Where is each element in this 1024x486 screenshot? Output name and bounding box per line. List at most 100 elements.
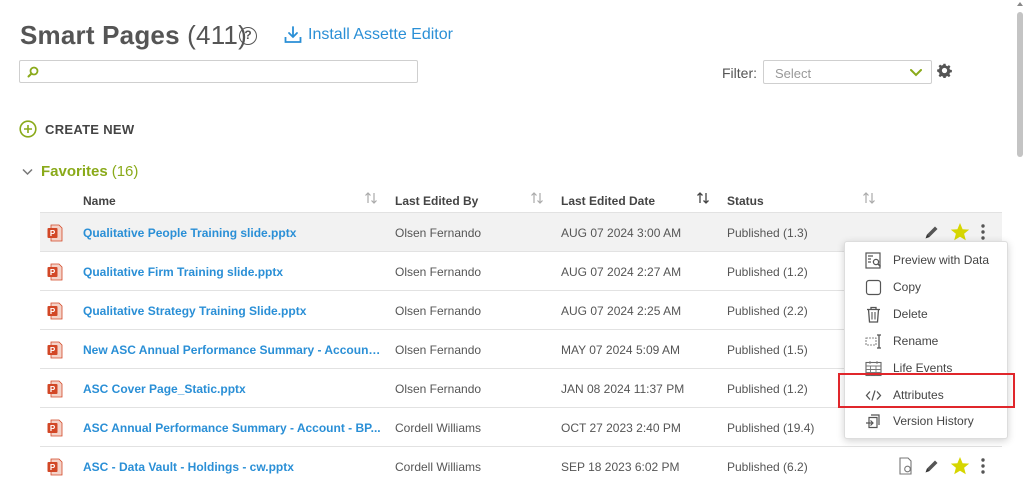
context-menu: Preview with Data Copy Delete Rename Lif…: [844, 241, 1008, 439]
last-edited-by: Olsen Fernando: [395, 343, 482, 357]
row-actions: [898, 456, 986, 476]
column-header-name[interactable]: Name: [83, 194, 116, 208]
last-edited-by: Cordell Williams: [395, 421, 482, 435]
scrollbar-thumb[interactable]: [1017, 12, 1023, 157]
column-header-last-edited-by[interactable]: Last Edited By: [395, 194, 478, 208]
powerpoint-file-icon: P: [47, 302, 63, 320]
last-edited-by: Cordell Williams: [395, 460, 482, 474]
file-name-link[interactable]: ASC Cover Page_Static.pptx: [83, 382, 381, 396]
file-name-link[interactable]: Qualitative Strategy Training Slide.pptx: [83, 304, 381, 318]
powerpoint-file-icon: P: [47, 380, 63, 398]
favorites-count: (16): [111, 163, 139, 180]
file-name-link[interactable]: Qualitative Firm Training slide.pptx: [83, 265, 381, 279]
status-text: Published (1.3): [727, 226, 808, 240]
favorite-star-icon[interactable]: [950, 456, 970, 476]
svg-text:P: P: [50, 307, 56, 316]
powerpoint-file-icon: P: [47, 224, 63, 242]
favorite-star-icon[interactable]: [950, 222, 970, 242]
menu-item-label: Copy: [893, 280, 922, 294]
menu-item-preview-with-data[interactable]: Preview with Data: [845, 247, 1009, 273]
search-box[interactable]: [19, 60, 418, 83]
last-edited-by: Olsen Fernando: [395, 226, 482, 240]
create-new-button[interactable]: CREATE NEW: [19, 120, 134, 138]
gear-icon[interactable]: [937, 63, 952, 78]
search-input[interactable]: [44, 63, 412, 80]
favorites-title: Favorites: [41, 163, 108, 180]
filter-select[interactable]: Select: [763, 60, 932, 84]
highlight-box: [838, 373, 1015, 408]
file-icon-wrap: P: [47, 419, 63, 442]
row-actions: [924, 222, 986, 242]
download-icon: [284, 26, 302, 43]
help-icon[interactable]: ?: [239, 27, 257, 45]
last-edited-date: JAN 08 2024 11:37 PM: [561, 382, 685, 396]
powerpoint-file-icon: P: [47, 263, 63, 281]
sort-icon[interactable]: [364, 191, 378, 205]
copy-icon: [865, 279, 882, 296]
file-icon-wrap: P: [47, 458, 63, 481]
document-settings-icon[interactable]: [898, 457, 914, 475]
menu-item-copy[interactable]: Copy: [845, 274, 1009, 300]
last-edited-date: AUG 07 2024 2:27 AM: [561, 265, 682, 279]
page-count: (411): [187, 20, 247, 50]
file-name-link[interactable]: ASC - Data Vault - Holdings - cw.pptx: [83, 460, 381, 474]
filter-label: Filter:: [722, 65, 757, 81]
install-editor-link[interactable]: Install Assette Editor: [284, 26, 453, 44]
file-name-link[interactable]: ASC Annual Performance Summary - Account…: [83, 421, 381, 435]
svg-text:P: P: [50, 463, 56, 472]
status-text: Published (1.2): [727, 382, 808, 396]
favorites-section-toggle[interactable]: Favorites (16): [22, 163, 138, 180]
trash-icon: [867, 306, 880, 323]
status-text: Published (19.4): [727, 421, 815, 435]
svg-text:P: P: [50, 346, 56, 355]
svg-text:P: P: [50, 424, 56, 433]
edit-icon[interactable]: [924, 224, 940, 240]
search-icon: [27, 66, 39, 78]
powerpoint-file-icon: P: [47, 458, 63, 476]
sort-desc-icon[interactable]: [696, 191, 710, 205]
column-header-last-edited-date[interactable]: Last Edited Date: [561, 194, 655, 208]
menu-item-version-history[interactable]: Version History: [845, 408, 1009, 434]
column-header-status[interactable]: Status: [727, 194, 764, 208]
file-icon-wrap: P: [47, 380, 63, 403]
page-title: Smart Pages (411): [20, 20, 247, 51]
file-icon-wrap: P: [47, 224, 63, 247]
status-text: Published (6.2): [727, 460, 808, 474]
last-edited-date: AUG 07 2024 2:25 AM: [561, 304, 682, 318]
last-edited-date: SEP 18 2023 6:02 PM: [561, 460, 680, 474]
chevron-down-icon: [910, 69, 922, 77]
status-text: Published (2.2): [727, 304, 808, 318]
last-edited-date: AUG 07 2024 3:00 AM: [561, 226, 682, 240]
svg-text:P: P: [50, 268, 56, 277]
sort-icon[interactable]: [530, 191, 544, 205]
filter-placeholder: Select: [775, 66, 812, 81]
preview-data-icon: [865, 252, 882, 269]
page-title-text: Smart Pages: [20, 20, 180, 50]
svg-text:P: P: [50, 385, 56, 394]
more-options-icon[interactable]: [980, 457, 986, 475]
last-edited-date: MAY 07 2024 5:09 AM: [561, 343, 680, 357]
menu-item-label: Version History: [893, 414, 974, 428]
rename-icon: [865, 334, 881, 349]
table-row[interactable]: P ASC - Data Vault - Holdings - cw.pptx Co…: [40, 446, 1002, 485]
menu-item-label: Delete: [893, 307, 928, 321]
scroll-up-icon[interactable]: [1017, 2, 1023, 6]
menu-item-rename[interactable]: Rename: [845, 328, 1009, 354]
last-edited-date: OCT 27 2023 2:40 PM: [561, 421, 681, 435]
history-icon: [866, 414, 880, 429]
status-text: Published (1.2): [727, 265, 808, 279]
install-editor-label: Install Assette Editor: [308, 26, 453, 43]
more-options-icon[interactable]: [980, 223, 986, 241]
file-icon-wrap: P: [47, 341, 63, 364]
create-new-label: CREATE NEW: [45, 121, 135, 137]
menu-item-label: Preview with Data: [893, 253, 990, 267]
chevron-down-icon: [22, 168, 33, 175]
file-name-link[interactable]: Qualitative People Training slide.pptx: [83, 226, 381, 240]
edit-icon[interactable]: [924, 458, 940, 474]
menu-item-delete[interactable]: Delete: [845, 301, 1009, 327]
file-icon-wrap: P: [47, 263, 63, 286]
sort-icon[interactable]: [862, 191, 876, 205]
file-icon-wrap: P: [47, 302, 63, 325]
last-edited-by: Olsen Fernando: [395, 304, 482, 318]
file-name-link[interactable]: New ASC Annual Performance Summary - Acc…: [83, 343, 381, 357]
